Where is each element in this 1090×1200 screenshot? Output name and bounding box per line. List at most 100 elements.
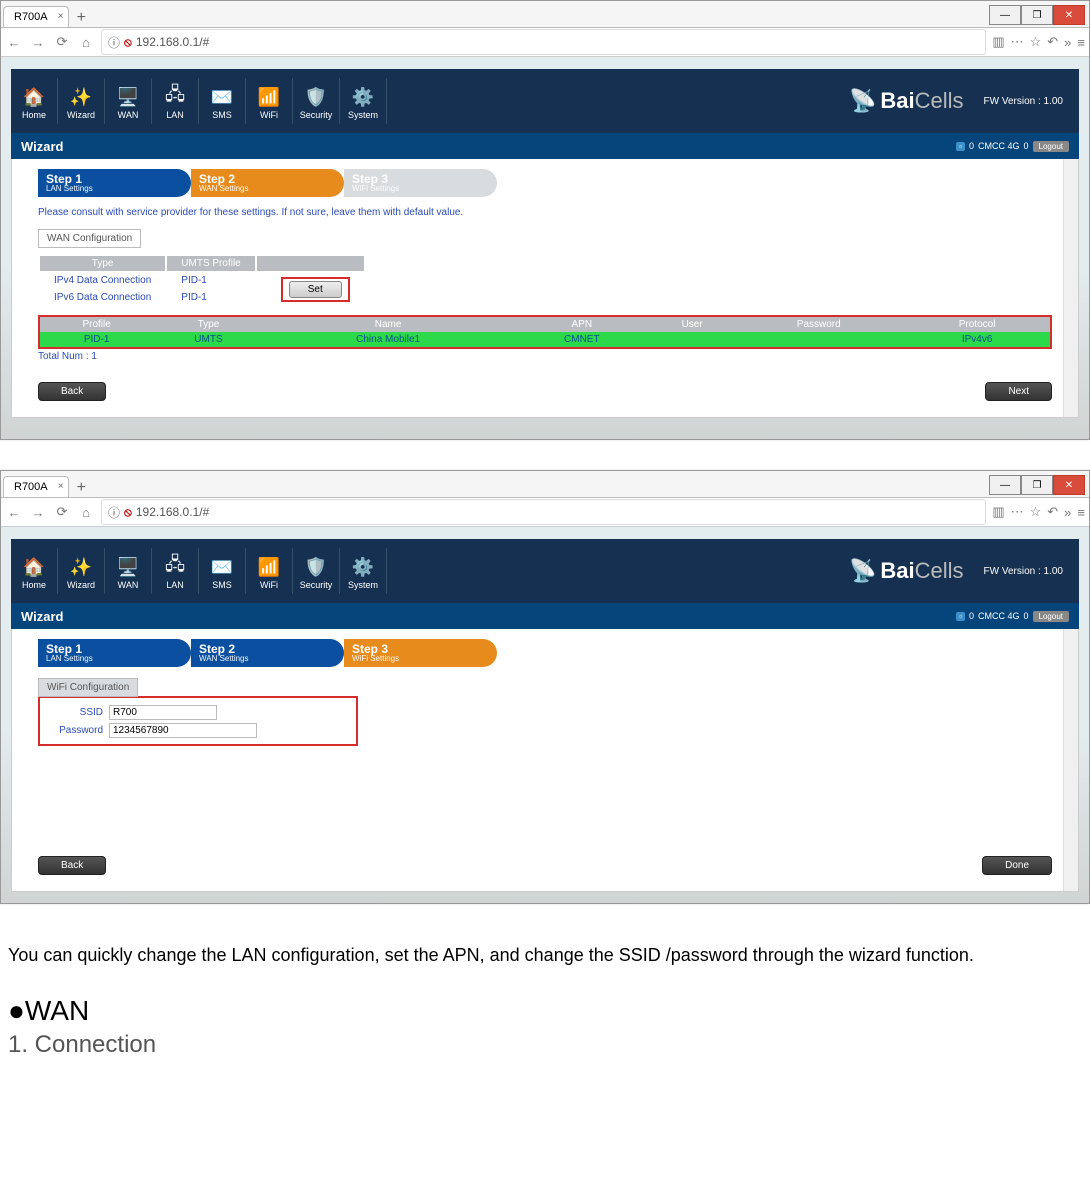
maximize-button[interactable]: ❐ <box>1021 5 1053 25</box>
back-button[interactable]: Back <box>38 856 106 875</box>
fw-version: FW Version : 1.00 <box>984 566 1063 577</box>
wizard-content: Step 1LAN Settings Step 2WAN Settings St… <box>11 629 1079 892</box>
menu-icon[interactable]: ≡ <box>1077 35 1085 50</box>
new-tab-button[interactable]: + <box>69 479 94 497</box>
reload-icon[interactable]: ⟳ <box>53 34 71 50</box>
nav-home[interactable]: 🏠Home <box>11 548 58 594</box>
nav-lan[interactable]: 🖧LAN <box>152 78 199 124</box>
star-icon[interactable]: ☆ <box>1030 504 1042 520</box>
browser-tab[interactable]: R700A × <box>3 476 69 497</box>
nav-wifi[interactable]: 📶WiFi <box>246 78 293 124</box>
tab-close-icon[interactable]: × <box>58 11 64 22</box>
chevron-icon[interactable]: » <box>1064 35 1071 50</box>
back-button[interactable]: Back <box>38 382 106 401</box>
new-tab-button[interactable]: + <box>69 9 94 27</box>
wifi-icon: 📶 <box>246 84 292 110</box>
connection-table: Type UMTS Profile IPv4 Data Connection P… <box>38 254 366 307</box>
page-title: Wizard <box>21 139 64 154</box>
home-icon: 🏠 <box>11 554 57 580</box>
nav-wizard[interactable]: ✨Wizard <box>58 548 105 594</box>
nav-wizard[interactable]: ✨Wizard <box>58 78 105 124</box>
app-frame: 🏠Home ✨Wizard 🖥️WAN 🖧LAN ✉️SMS 📶WiFi 🛡️S… <box>11 69 1079 418</box>
step-3[interactable]: Step 3WiFi Settings <box>344 639 497 667</box>
wizard-footer: Back Next <box>38 382 1052 401</box>
nav-wifi[interactable]: 📶WiFi <box>246 548 293 594</box>
close-button[interactable]: ✕ <box>1053 5 1085 25</box>
table-header: Type UMTS Profile <box>40 256 364 271</box>
nav-home[interactable]: 🏠Home <box>11 78 58 124</box>
reader-icon[interactable]: ▥ <box>992 34 1004 50</box>
wifi-icon: 📶 <box>246 554 292 580</box>
home-icon: 🏠 <box>11 84 57 110</box>
app-frame: 🏠Home ✨Wizard 🖥️WAN 🖧LAN ✉️SMS 📶WiFi 🛡️S… <box>11 539 1079 892</box>
back-icon[interactable]: ← <box>5 35 23 50</box>
nav-wan[interactable]: 🖥️WAN <box>105 548 152 594</box>
step-1[interactable]: Step 1LAN Settings <box>38 169 191 197</box>
menu-icon[interactable]: ≡ <box>1077 505 1085 520</box>
step-indicator: Step 1LAN Settings Step 2WAN Settings St… <box>38 639 1052 667</box>
undo-icon[interactable]: ↶ <box>1047 34 1058 50</box>
ssid-input[interactable] <box>109 705 217 720</box>
nav-sms[interactable]: ✉️SMS <box>199 548 246 594</box>
status-pill: ▫ <box>956 142 965 151</box>
nav-security[interactable]: 🛡️Security <box>293 548 340 594</box>
nav-system[interactable]: ⚙️System <box>340 78 387 124</box>
address-bar[interactable]: ⓘ ⦸ 192.168.0.1/# <box>101 29 986 55</box>
info-icon: ⓘ <box>108 504 120 521</box>
tab-title: R700A <box>14 481 48 493</box>
nav-system[interactable]: ⚙️System <box>340 548 387 594</box>
nav-wan[interactable]: 🖥️WAN <box>105 78 152 124</box>
nav-sms[interactable]: ✉️SMS <box>199 78 246 124</box>
more-icon[interactable]: ⋯ <box>1011 34 1024 50</box>
tab-title: R700A <box>14 11 48 23</box>
address-bar[interactable]: ⓘ ⦸ 192.168.0.1/# <box>101 499 986 525</box>
next-button[interactable]: Next <box>985 382 1052 401</box>
toolbar-right: ▥ ⋯ ☆ ↶ » ≡ <box>992 34 1085 50</box>
app-header: 🏠Home ✨Wizard 🖥️WAN 🖧LAN ✉️SMS 📶WiFi 🛡️S… <box>11 69 1079 133</box>
close-button[interactable]: ✕ <box>1053 475 1085 495</box>
wan-config-tab[interactable]: WAN Configuration <box>38 229 141 248</box>
minimize-button[interactable]: — <box>989 475 1021 495</box>
more-icon[interactable]: ⋯ <box>1011 504 1024 520</box>
home-icon[interactable]: ⌂ <box>77 505 95 520</box>
home-icon[interactable]: ⌂ <box>77 35 95 50</box>
forward-icon[interactable]: → <box>29 35 47 50</box>
wifi-config-box: SSID Password <box>38 696 358 746</box>
nav-lan[interactable]: 🖧LAN <box>152 548 199 594</box>
tab-close-icon[interactable]: × <box>58 481 64 492</box>
screenshot-step2: — ❐ ✕ R700A × + ← → ⟳ ⌂ ⓘ ⦸ 192.168.0.1/… <box>0 0 1090 440</box>
forward-icon[interactable]: → <box>29 505 47 520</box>
carrier: CMCC 4G <box>978 611 1020 621</box>
star-icon[interactable]: ☆ <box>1030 34 1042 50</box>
step-1[interactable]: Step 1LAN Settings <box>38 639 191 667</box>
logout-button[interactable]: Logout <box>1033 141 1069 152</box>
app-header: 🏠Home ✨Wizard 🖥️WAN 🖧LAN ✉️SMS 📶WiFi 🛡️S… <box>11 539 1079 603</box>
wifi-config-tab[interactable]: WiFi Configuration <box>38 678 138 697</box>
wan-icon: 🖥️ <box>105 554 151 580</box>
status-count2: 0 <box>1024 611 1029 621</box>
maximize-button[interactable]: ❐ <box>1021 475 1053 495</box>
browser-tab[interactable]: R700A × <box>3 6 69 27</box>
minimize-button[interactable]: — <box>989 5 1021 25</box>
scrollbar[interactable] <box>1063 629 1078 891</box>
step-3[interactable]: Step 3WiFi Settings <box>344 169 497 197</box>
profile-table: Profile Type Name APN User Password Prot… <box>38 315 1052 349</box>
logout-button[interactable]: Logout <box>1033 611 1069 622</box>
step-2[interactable]: Step 2WAN Settings <box>191 169 344 197</box>
chevron-icon[interactable]: » <box>1064 505 1071 520</box>
back-icon[interactable]: ← <box>5 505 23 520</box>
password-input[interactable] <box>109 723 257 738</box>
undo-icon[interactable]: ↶ <box>1047 504 1058 520</box>
done-button[interactable]: Done <box>982 856 1052 875</box>
nav-security[interactable]: 🛡️Security <box>293 78 340 124</box>
reader-icon[interactable]: ▥ <box>992 504 1004 520</box>
reload-icon[interactable]: ⟳ <box>53 504 71 520</box>
browser-tabstrip: R700A × + <box>1 471 1089 498</box>
set-button[interactable]: Set <box>289 281 342 298</box>
table-row[interactable]: PID-1 UMTS China Mobile1 CMNET IPv4v6 <box>39 332 1051 348</box>
info-icon: ⓘ <box>108 34 120 51</box>
page-titlebar: Wizard ▫ 0 CMCC 4G 0 Logout <box>11 603 1079 629</box>
scrollbar[interactable] <box>1063 159 1078 417</box>
step-2[interactable]: Step 2WAN Settings <box>191 639 344 667</box>
table-row: IPv4 Data Connection PID-1 Set <box>40 273 364 288</box>
